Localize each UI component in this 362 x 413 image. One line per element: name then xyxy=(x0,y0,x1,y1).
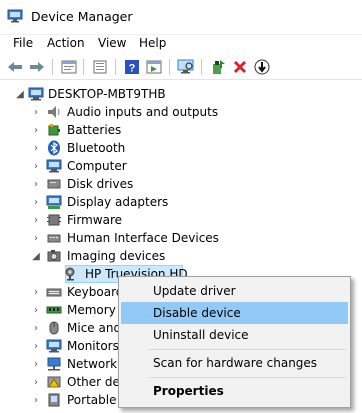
tree-item-hid[interactable]: › Human Interface Devices xyxy=(0,229,362,247)
tree-item-label: Display adapters xyxy=(67,195,169,209)
keyboard-icon xyxy=(46,284,62,300)
tree-item-label: Monitors xyxy=(67,339,119,353)
toolbar: ? xyxy=(0,55,362,80)
update-driver-icon[interactable] xyxy=(208,58,228,76)
chevron-right-icon[interactable]: › xyxy=(31,304,41,316)
menu-item-label: Update driver xyxy=(153,284,236,298)
tree-item-imaging-devices[interactable]: ◢ Imaging devices xyxy=(0,247,362,265)
toolbar-separator xyxy=(115,59,116,75)
context-menu: Update driver Disable device Uninstall d… xyxy=(118,276,351,408)
tree-item-computer[interactable]: › Computer xyxy=(0,157,362,175)
menu-action[interactable]: Action xyxy=(47,36,85,50)
menu-item-update-driver[interactable]: Update driver xyxy=(121,280,348,302)
chevron-right-icon[interactable]: › xyxy=(31,286,41,298)
chevron-right-icon[interactable]: › xyxy=(31,196,41,208)
webcam-icon xyxy=(64,266,80,282)
battery-icon xyxy=(46,122,62,138)
camera-icon xyxy=(46,248,62,264)
back-icon[interactable] xyxy=(5,58,25,76)
chevron-down-icon[interactable]: ◢ xyxy=(31,250,41,262)
menu-item-disable-device[interactable]: Disable device xyxy=(121,302,348,324)
tree-item-label: Human Interface Devices xyxy=(67,231,219,245)
monitor-icon xyxy=(46,158,62,174)
menu-separator xyxy=(149,349,346,350)
computer-icon xyxy=(28,86,44,102)
window-title: Device Manager xyxy=(31,9,133,24)
device-manager-app-icon xyxy=(7,9,23,23)
firmware-chip-icon xyxy=(46,212,62,228)
chevron-right-icon[interactable]: › xyxy=(31,214,41,226)
menu-file[interactable]: File xyxy=(13,36,33,50)
speaker-icon xyxy=(46,104,62,120)
help-icon[interactable]: ? xyxy=(122,58,142,76)
menu-item-scan-hardware[interactable]: Scan for hardware changes xyxy=(121,352,348,374)
chevron-right-icon[interactable]: › xyxy=(31,394,41,406)
chevron-right-icon[interactable]: › xyxy=(31,376,41,388)
show-hide-icon[interactable] xyxy=(90,58,110,76)
tree-item-label: Disk drives xyxy=(67,177,134,191)
menu-view[interactable]: View xyxy=(98,36,126,50)
tree-item-bluetooth[interactable]: › Bluetooth xyxy=(0,139,362,157)
toolbar-separator xyxy=(201,59,202,75)
menu-item-label: Properties xyxy=(153,384,224,398)
network-icon xyxy=(46,356,62,372)
chevron-right-icon[interactable]: › xyxy=(31,124,41,136)
toolbar-separator xyxy=(169,59,170,75)
svg-text:?: ? xyxy=(129,63,136,75)
memory-icon xyxy=(46,302,62,318)
menu-item-label: Scan for hardware changes xyxy=(153,356,318,370)
action-pane-icon[interactable] xyxy=(144,58,164,76)
menu-item-label: Uninstall device xyxy=(153,328,249,342)
monitor-icon xyxy=(46,338,62,354)
toolbar-separator xyxy=(52,59,53,75)
root-computer-name: DESKTOP-MBT9THB xyxy=(48,87,166,101)
tree-item-label: Batteries xyxy=(67,123,122,137)
chevron-down-icon[interactable]: ◢ xyxy=(15,88,25,100)
portable-device-icon xyxy=(46,392,62,408)
tree-item-firmware[interactable]: › Firmware xyxy=(0,211,362,229)
chevron-right-icon[interactable]: › xyxy=(31,340,41,352)
menu-item-uninstall-device[interactable]: Uninstall device xyxy=(121,324,348,346)
menu-separator xyxy=(149,377,346,378)
mouse-icon xyxy=(46,320,62,336)
uninstall-icon[interactable] xyxy=(230,58,250,76)
bluetooth-icon xyxy=(46,140,62,156)
tree-item-label: Computer xyxy=(67,159,127,173)
chevron-right-icon[interactable]: › xyxy=(31,358,41,370)
scan-hardware-icon[interactable] xyxy=(176,58,196,76)
chevron-right-icon[interactable]: › xyxy=(31,106,41,118)
tree-item-disk-drives[interactable]: › Disk drives xyxy=(0,175,362,193)
properties-icon[interactable] xyxy=(59,58,79,76)
title-bar: Device Manager xyxy=(0,0,362,35)
chevron-right-icon[interactable]: › xyxy=(31,322,41,334)
tree-item-label: Audio inputs and outputs xyxy=(67,105,219,119)
chevron-right-icon[interactable]: › xyxy=(31,232,41,244)
chevron-right-icon[interactable]: › xyxy=(31,160,41,172)
tree-item-batteries[interactable]: › Batteries xyxy=(0,121,362,139)
unknown-device-icon xyxy=(46,374,62,390)
menu-bar: File Action View Help xyxy=(0,34,362,54)
disable-icon[interactable] xyxy=(252,58,272,76)
tree-item-label: Memory t xyxy=(67,303,125,317)
tree-item-label: Bluetooth xyxy=(67,141,126,155)
chevron-right-icon[interactable]: › xyxy=(31,178,41,190)
tree-item-label: Imaging devices xyxy=(67,249,166,263)
menu-help[interactable]: Help xyxy=(139,36,166,50)
menu-item-properties[interactable]: Properties xyxy=(121,380,348,402)
toolbar-separator xyxy=(83,59,84,75)
chevron-right-icon[interactable]: › xyxy=(31,142,41,154)
tree-item-label: Firmware xyxy=(67,213,122,227)
forward-icon[interactable] xyxy=(27,58,47,76)
tree-item-audio[interactable]: › Audio inputs and outputs xyxy=(0,103,362,121)
hid-icon xyxy=(46,230,62,246)
display-adapter-icon xyxy=(46,194,62,210)
tree-root[interactable]: ◢ DESKTOP-MBT9THB xyxy=(0,85,362,103)
menu-item-label: Disable device xyxy=(153,306,241,320)
tree-item-label: Keyboard xyxy=(67,285,124,299)
tree-item-label: Mice and xyxy=(67,321,122,335)
tree-item-display-adapters[interactable]: › Display adapters xyxy=(0,193,362,211)
disk-drive-icon xyxy=(46,176,62,192)
